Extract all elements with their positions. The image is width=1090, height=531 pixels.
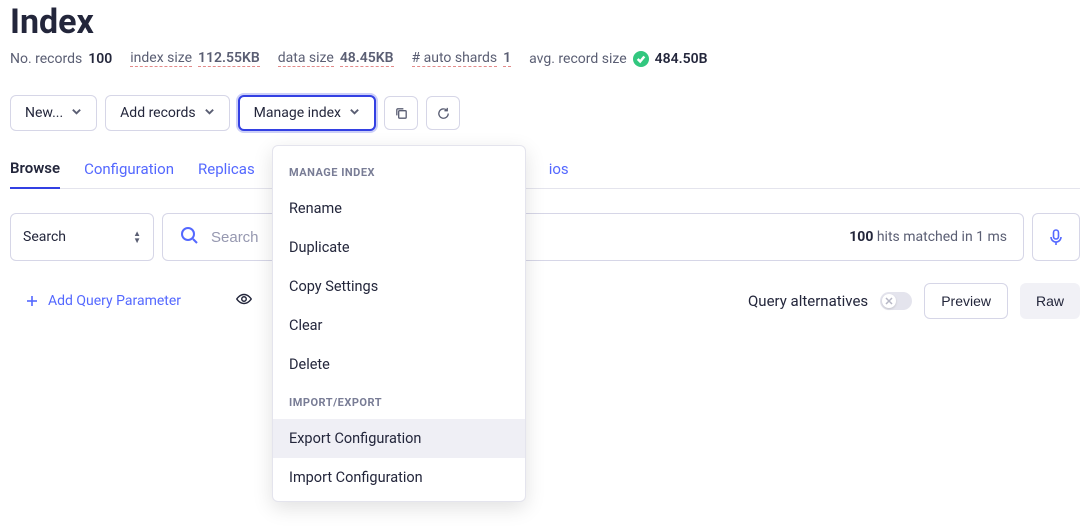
eye-icon bbox=[235, 290, 253, 308]
right-controls: Query alternatives Preview Raw bbox=[748, 283, 1080, 319]
menu-item-delete[interactable]: Delete bbox=[273, 345, 525, 384]
microphone-button[interactable] bbox=[1032, 213, 1080, 261]
plus-icon bbox=[26, 295, 38, 307]
menu-item-rename[interactable]: Rename bbox=[273, 189, 525, 228]
tab-configuration[interactable]: Configuration bbox=[84, 160, 174, 188]
add-query-parameter-button[interactable]: Add Query Parameter bbox=[10, 293, 181, 309]
stat-avg-record-label: avg. record size bbox=[529, 51, 626, 67]
chevron-down-icon bbox=[204, 105, 215, 121]
stat-records-value: 100 bbox=[88, 51, 112, 67]
menu-item-export-configuration[interactable]: Export Configuration bbox=[273, 419, 525, 458]
stat-records-label: No. records bbox=[10, 51, 82, 67]
stat-auto-shards-label[interactable]: # auto shards bbox=[412, 50, 498, 67]
tab-browse[interactable]: Browse bbox=[10, 159, 60, 189]
toolbar: New... Add records Manage index bbox=[10, 95, 1080, 131]
new-button[interactable]: New... bbox=[10, 95, 97, 131]
stat-auto-shards-value[interactable]: 1 bbox=[503, 50, 511, 67]
copy-icon bbox=[394, 106, 409, 121]
query-alternatives-label: Query alternatives bbox=[748, 292, 868, 310]
menu-item-duplicate[interactable]: Duplicate bbox=[273, 228, 525, 267]
raw-button[interactable]: Raw bbox=[1020, 283, 1080, 319]
new-button-label: New... bbox=[25, 105, 63, 121]
stat-index-size-value[interactable]: 112.55KB bbox=[198, 50, 260, 67]
preview-button[interactable]: Preview bbox=[924, 283, 1008, 319]
search-row: Search ▲▼ 100 hits matched in 1 ms bbox=[10, 213, 1080, 261]
stat-data-size-value[interactable]: 48.45KB bbox=[340, 50, 394, 67]
hits-text: hits matched in 1 ms bbox=[873, 229, 1007, 245]
menu-header-manage: MANAGE INDEX bbox=[273, 154, 525, 189]
menu-item-import-configuration[interactable]: Import Configuration bbox=[273, 458, 525, 497]
query-alternatives-toggle[interactable] bbox=[880, 292, 912, 310]
tab-ios[interactable]: ios bbox=[549, 160, 569, 188]
toggle-knob bbox=[882, 294, 896, 308]
add-query-parameter-label: Add Query Parameter bbox=[48, 293, 181, 309]
menu-item-copy-settings[interactable]: Copy Settings bbox=[273, 267, 525, 306]
search-icon bbox=[179, 225, 199, 249]
stat-data-size-label[interactable]: data size bbox=[278, 50, 334, 67]
manage-index-dropdown: MANAGE INDEX Rename Duplicate Copy Setti… bbox=[272, 145, 526, 502]
eye-button[interactable] bbox=[235, 290, 253, 312]
chevron-down-icon bbox=[71, 105, 82, 121]
check-icon bbox=[633, 51, 649, 67]
index-stats: No. records 100 index size 112.55KB data… bbox=[10, 50, 1080, 67]
hits-info: 100 hits matched in 1 ms bbox=[849, 229, 1007, 245]
chevron-down-icon bbox=[349, 105, 360, 121]
copy-button[interactable] bbox=[384, 96, 418, 130]
manage-index-button[interactable]: Manage index bbox=[238, 95, 376, 131]
microphone-icon bbox=[1047, 228, 1065, 246]
sort-arrows-icon: ▲▼ bbox=[133, 230, 141, 244]
stat-avg-record-value: 484.50B bbox=[655, 51, 708, 67]
stat-records: No. records 100 bbox=[10, 51, 112, 67]
menu-item-clear[interactable]: Clear bbox=[273, 306, 525, 345]
tabs: Browse Configuration Replicas ios bbox=[10, 159, 1080, 189]
search-filter-select[interactable]: Search ▲▼ bbox=[10, 213, 154, 261]
refresh-button[interactable] bbox=[426, 96, 460, 130]
manage-index-label: Manage index bbox=[254, 105, 341, 121]
under-row: Add Query Parameter Query alternatives P… bbox=[10, 283, 1080, 319]
menu-header-import-export: IMPORT/EXPORT bbox=[273, 384, 525, 419]
hits-count: 100 bbox=[849, 229, 873, 245]
add-records-label: Add records bbox=[120, 105, 195, 121]
refresh-icon bbox=[436, 106, 451, 121]
add-records-button[interactable]: Add records bbox=[105, 95, 229, 131]
stat-auto-shards[interactable]: # auto shards 1 bbox=[412, 50, 512, 67]
stat-index-size-label[interactable]: index size bbox=[130, 50, 192, 67]
x-icon bbox=[885, 297, 893, 305]
stat-avg-record: avg. record size 484.50B bbox=[529, 51, 707, 67]
search-filter-label: Search bbox=[23, 229, 66, 245]
stat-data-size[interactable]: data size 48.45KB bbox=[278, 50, 394, 67]
tab-replicas[interactable]: Replicas bbox=[198, 160, 255, 188]
page-title: Index bbox=[10, 2, 1080, 42]
stat-index-size[interactable]: index size 112.55KB bbox=[130, 50, 260, 67]
